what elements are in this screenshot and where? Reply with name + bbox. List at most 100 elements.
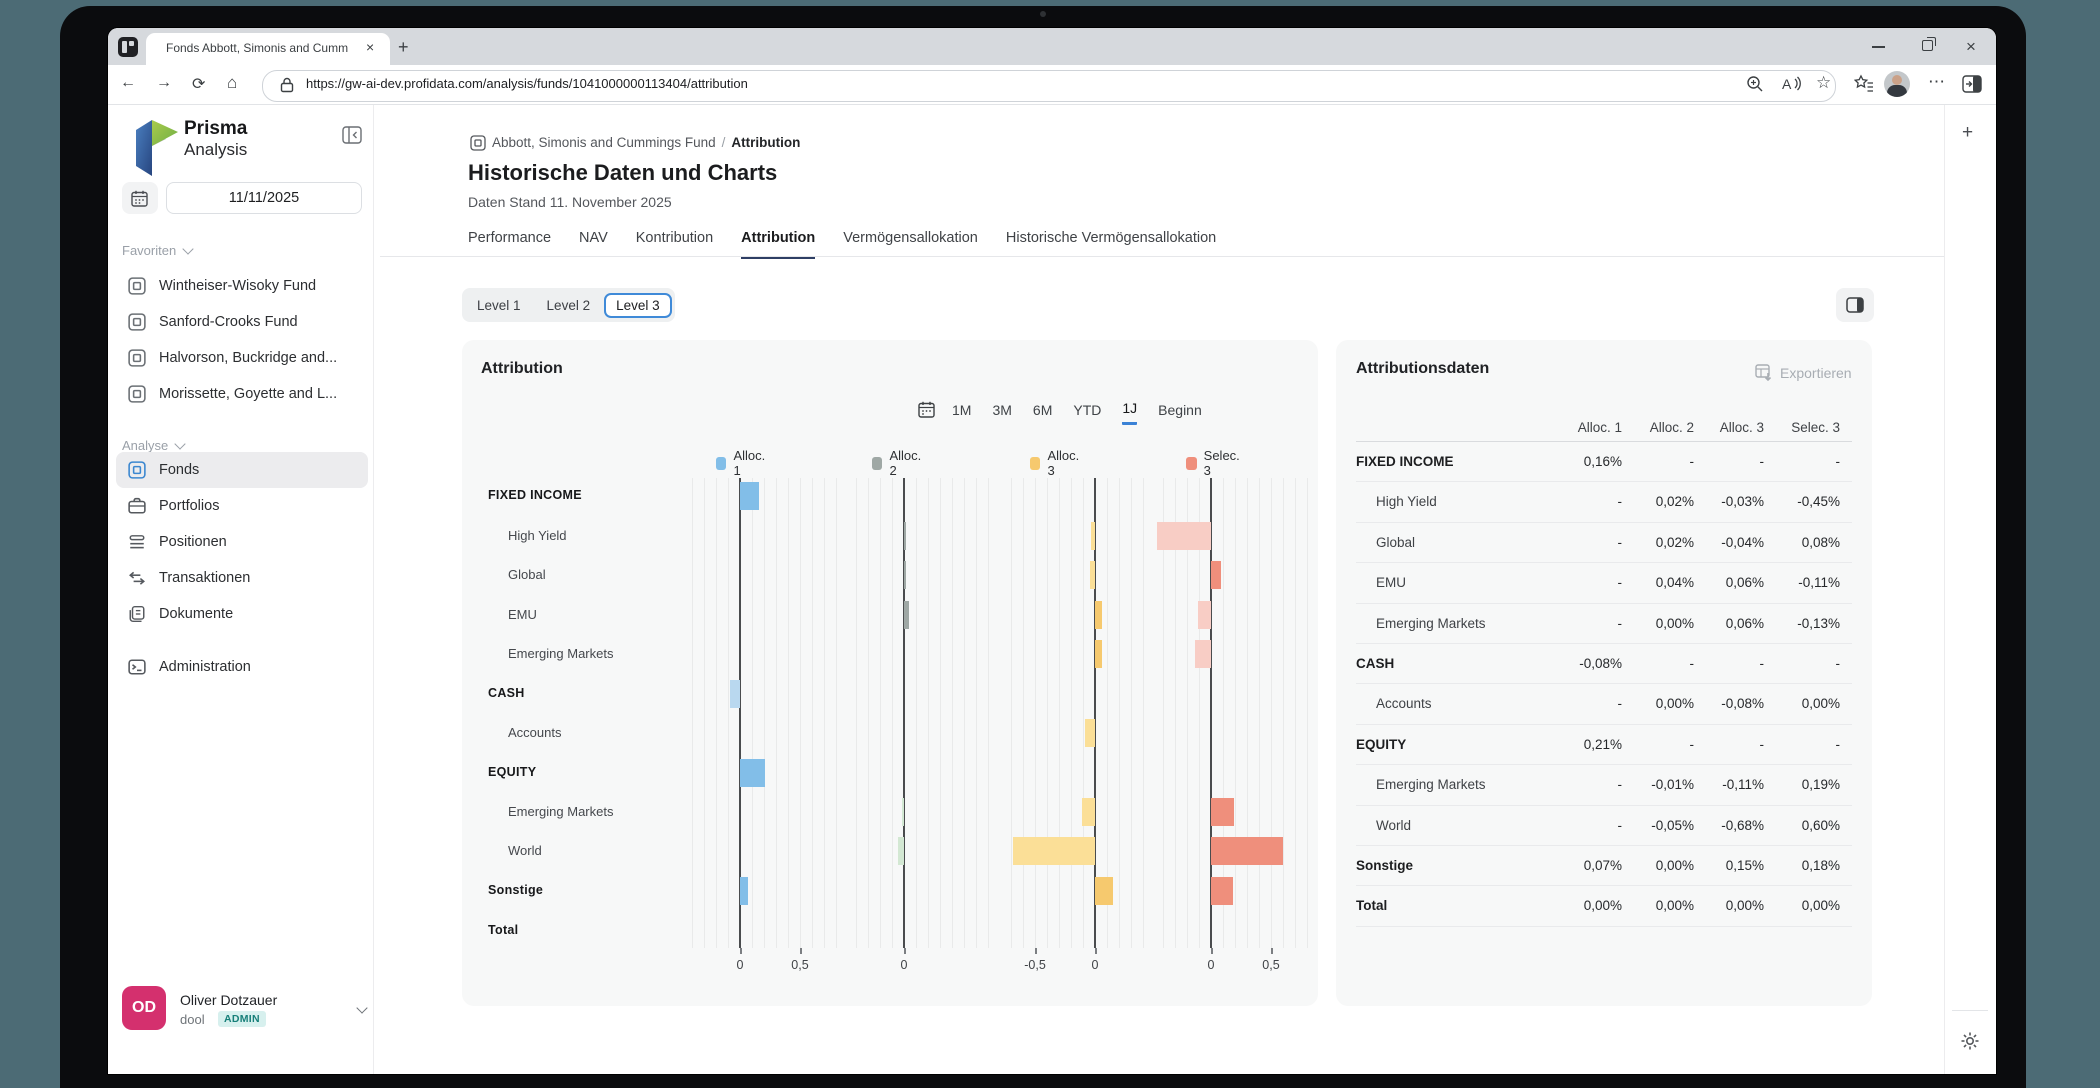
table-cell: 0,00% (1801, 696, 1840, 712)
tab-kontribution[interactable]: Kontribution (636, 230, 713, 259)
browser-menu-dots-icon[interactable]: ⋯ (1928, 72, 1946, 92)
panel-toggle-button[interactable] (1836, 288, 1874, 322)
level-button-level-3[interactable]: Level 3 (604, 292, 672, 318)
tab-historische-vermögensallokation[interactable]: Historische Vermögensallokation (1006, 230, 1216, 259)
tab-attribution[interactable]: Attribution (741, 230, 816, 259)
rightstrip-divider (1944, 105, 1945, 1074)
tab-workspaces-icon[interactable] (118, 37, 138, 57)
panel-toggle-icon (1846, 297, 1864, 313)
browser-tab-title: Fonds Abbott, Simonis and Cumm (166, 41, 349, 55)
favorite-fund-item[interactable]: Wintheiser-Wisoky Fund (116, 268, 368, 304)
table-cell: 0,07% (1583, 858, 1622, 873)
breadcrumb-fund[interactable]: Abbott, Simonis and Cummings Fund (492, 135, 716, 150)
legend-swatch (1186, 456, 1197, 470)
table-cell: 0,00% (1655, 615, 1694, 631)
range-button-1m[interactable]: 1M (952, 402, 971, 424)
table-cell: - (1617, 615, 1623, 631)
table-cell: 0,06% (1725, 575, 1764, 591)
window-minimize-button[interactable] (1872, 46, 1885, 48)
home-icon[interactable]: ⌂ (227, 73, 237, 93)
table-row: Total 0,00% 0,00% 0,00% 0,00% (1356, 885, 1852, 927)
sidebar-item-administration[interactable]: Administration (116, 649, 368, 685)
legend-label: Alloc. 3 (1047, 448, 1080, 478)
sidebar-item-label: Fonds (159, 462, 200, 478)
app-logo-subtitle: Analysis (184, 140, 248, 159)
range-calendar-icon[interactable] (918, 401, 935, 418)
table-row-label: Emerging Markets (1376, 615, 1486, 631)
admin-menu: Administration (116, 649, 368, 685)
table-cell: -0,68% (1721, 817, 1764, 833)
fund-icon (128, 313, 146, 331)
table-cell: - (1617, 817, 1623, 833)
range-button-ytd[interactable]: YTD (1073, 402, 1101, 424)
back-icon[interactable]: ← (120, 74, 136, 92)
sidebar-item-fonds[interactable]: Fonds (116, 452, 368, 488)
browser-profile-avatar[interactable] (1884, 71, 1910, 97)
sidebar-item-portfolios[interactable]: Portfolios (116, 488, 368, 524)
range-button-1j[interactable]: 1J (1122, 400, 1138, 425)
favorite-fund-label: Halvorson, Buckridge and... (159, 350, 338, 366)
table-row: Sonstige 0,07% 0,00% 0,15% 0,18% (1356, 845, 1852, 887)
zoom-in-icon[interactable] (1746, 75, 1764, 93)
tab-nav[interactable]: NAV (579, 230, 608, 259)
right-strip-divider (1952, 1010, 1988, 1011)
range-button-6m[interactable]: 6M (1033, 402, 1052, 424)
date-input[interactable]: 11/11/2025 (166, 182, 362, 214)
analyse-menu: Fonds Portfolios Positionen Transaktionen Do… (116, 452, 368, 632)
legend-item-1[interactable]: Alloc. 1 (716, 448, 768, 478)
table-cell: - (1689, 656, 1695, 671)
table-cell: - (1759, 656, 1765, 671)
export-label: Exportieren (1780, 364, 1852, 381)
fund-icon (128, 349, 146, 367)
legend-item-3[interactable]: Alloc. 3 (1030, 448, 1082, 478)
settings-gear-icon[interactable] (1960, 1031, 1980, 1051)
sidebar-item-transaktionen[interactable]: Transaktionen (116, 560, 368, 596)
table-cell: - (1617, 575, 1623, 591)
favorite-fund-item[interactable]: Morissette, Goyette and L... (116, 376, 368, 412)
table-cell: - (1835, 736, 1841, 752)
sidebar-item-label: Transaktionen (159, 570, 251, 586)
table-cell: - (1617, 777, 1623, 793)
table-cell: -0,13% (1797, 615, 1840, 631)
export-button[interactable]: Exportieren (1755, 364, 1852, 381)
split-screen-icon[interactable] (1962, 75, 1982, 93)
analyse-header[interactable]: Analyse (122, 438, 186, 453)
forward-icon[interactable]: → (156, 74, 172, 92)
legend-item-2[interactable]: Alloc. 2 (872, 448, 924, 478)
level-button-level-1[interactable]: Level 1 (465, 293, 533, 318)
level-button-level-2[interactable]: Level 2 (535, 293, 603, 318)
favorite-fund-item[interactable]: Sanford-Crooks Fund (116, 304, 368, 340)
favorite-fund-item[interactable]: Halvorson, Buckridge and... (116, 340, 368, 376)
range-button-beginn[interactable]: Beginn (1158, 402, 1202, 424)
analyse-header-label: Analyse (122, 438, 169, 453)
tab-vermögensallokation[interactable]: Vermögensallokation (843, 230, 978, 259)
table-cell: 0,00% (1583, 898, 1622, 914)
export-icon (1755, 364, 1772, 381)
favorites-header[interactable]: Favoriten (122, 243, 194, 258)
sidebar-item-dokumente[interactable]: Dokumente (116, 596, 368, 632)
range-button-3m[interactable]: 3M (992, 402, 1011, 424)
url-text: https://gw-ai-dev.profidata.com/analysis… (306, 76, 748, 91)
sidebar-item-label: Portfolios (159, 498, 220, 514)
table-row: EMU - 0,04% 0,06% -0,11% (1356, 562, 1852, 604)
admin-icon (128, 658, 146, 676)
sidebar-item-positionen[interactable]: Positionen (116, 524, 368, 560)
page-title: Historische Daten und Charts (468, 160, 778, 185)
new-tab-button[interactable]: + (398, 37, 409, 58)
favorite-star-icon[interactable]: ☆ (1816, 73, 1831, 93)
table-cell: - (1759, 736, 1765, 752)
legend-item-4[interactable]: Selec. 3 (1186, 448, 1242, 478)
transactions-icon (128, 569, 146, 587)
tab-performance[interactable]: Performance (468, 230, 551, 259)
table-cell: 0,00% (1655, 898, 1694, 914)
user-name: Oliver Dotzauer (180, 992, 278, 1008)
read-aloud-icon[interactable]: A (1782, 75, 1802, 93)
tab-close-icon[interactable]: × (366, 39, 374, 55)
legend-swatch (1030, 456, 1041, 470)
calendar-icon (131, 190, 148, 207)
refresh-icon[interactable]: ⟳ (192, 74, 205, 94)
right-strip-add-icon[interactable]: + (1962, 122, 1973, 144)
sidebar-collapse-icon[interactable] (342, 126, 362, 144)
collections-icon[interactable] (1854, 74, 1874, 94)
window-close-button[interactable]: × (1966, 37, 1976, 57)
